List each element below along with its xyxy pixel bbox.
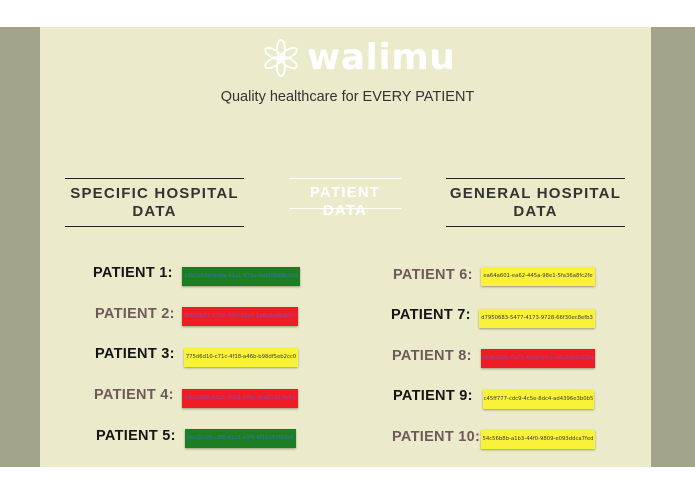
patient-id-chip[interactable]: 54c56b8b-a1b3-44f0-9809-e093ddca7fed (481, 430, 595, 449)
patient-id-chip[interactable]: c45ff777-cdc9-4c5e-8dc4-ad4396e3b0b5 (483, 390, 594, 409)
patient-label: PATIENT 9: (393, 388, 473, 404)
patient-label: PATIENT 3: (95, 346, 175, 362)
patient-id-chip[interactable]: 775d6d10-c71c-4f18-a46b-b98df5eb2cc0 (184, 348, 298, 367)
patient-id-chip[interactable]: b4b70f08-6325-4659-87bc-9ca819d7fe5a (182, 389, 298, 408)
patient-label: PATIENT 2: (95, 306, 175, 322)
patient-label: PATIENT 1: (93, 265, 173, 281)
patient-id-chip[interactable]: d7950683-5477-4173-9728-66f30ec8efb3 (479, 309, 595, 328)
patient-label: PATIENT 6: (393, 267, 473, 283)
brand-name: walimu (307, 37, 456, 78)
brand-logo[interactable]: walimu (263, 37, 455, 79)
patient-label: PATIENT 7: (391, 307, 471, 323)
tab-specific-hospital-data[interactable]: SPECIFIC HOSPITAL DATA (65, 178, 244, 227)
patient-id-chip[interactable]: 9ec2b1f6-c3f0-41c5-a3f9-4f18d57f93a6 (185, 429, 296, 448)
patient-id-chip[interactable]: c1b7e19d-6e8a-41a1-875e-9a6f08d8b2e0 (182, 267, 300, 286)
patient-label: PATIENT 8: (392, 348, 472, 364)
patient-label: PATIENT 4: (94, 387, 174, 403)
tab-general-hospital-data[interactable]: GENERAL HOSPITAL DATA (446, 178, 625, 227)
tagline: Quality healthcare for EVERY PATIENT (220, 89, 475, 105)
patient-label: PATIENT 10: (392, 429, 481, 445)
flower-icon (264, 39, 298, 77)
patient-id-chip[interactable]: 8f293b81-3758-48bf-82c3-1a6a3e08db1c (182, 307, 298, 326)
patient-label: PATIENT 5: (96, 428, 176, 444)
patient-id-chip[interactable]: c8db7b8b-0a79-4b00-b4cc-a8e50d07f38e (481, 349, 595, 368)
tab-patient-data[interactable]: PATIENT DATA (289, 178, 401, 219)
patient-id-chip[interactable]: ea64a601-ea62-445a-98e1-5fa36a8fc2fe (481, 267, 595, 286)
